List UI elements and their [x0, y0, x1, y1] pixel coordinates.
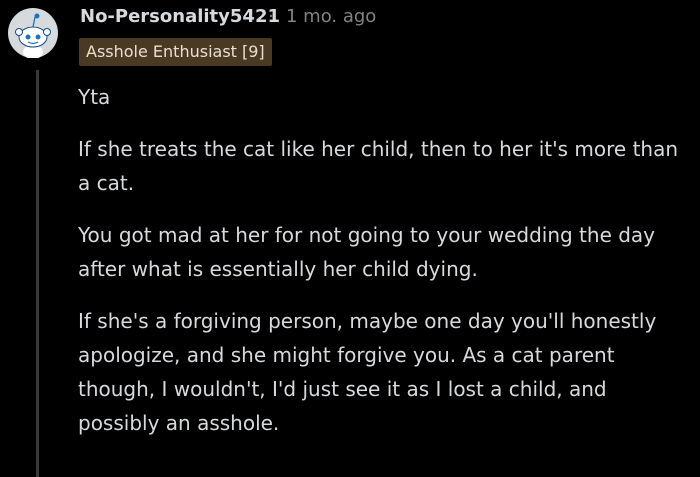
thread-collapse-line[interactable]	[36, 70, 39, 477]
comment-paragraph: You got mad at her for not going to your…	[78, 223, 656, 281]
user-avatar-icon[interactable]	[8, 8, 58, 59]
comment-body: Yta If she treats the cat like her child…	[78, 80, 692, 458]
comment-paragraph: Yta	[78, 85, 111, 109]
comment-paragraph: If she's a forgiving person, maybe one d…	[78, 309, 657, 435]
meta-separator: ·	[268, 6, 274, 27]
comment-username[interactable]: No-Personality5421	[80, 6, 280, 27]
comment-paragraph: If she treats the cat like her child, th…	[78, 137, 679, 195]
user-flair: Asshole Enthusiast [9]	[79, 38, 272, 66]
comment-timestamp[interactable]: 1 mo. ago	[286, 6, 376, 27]
